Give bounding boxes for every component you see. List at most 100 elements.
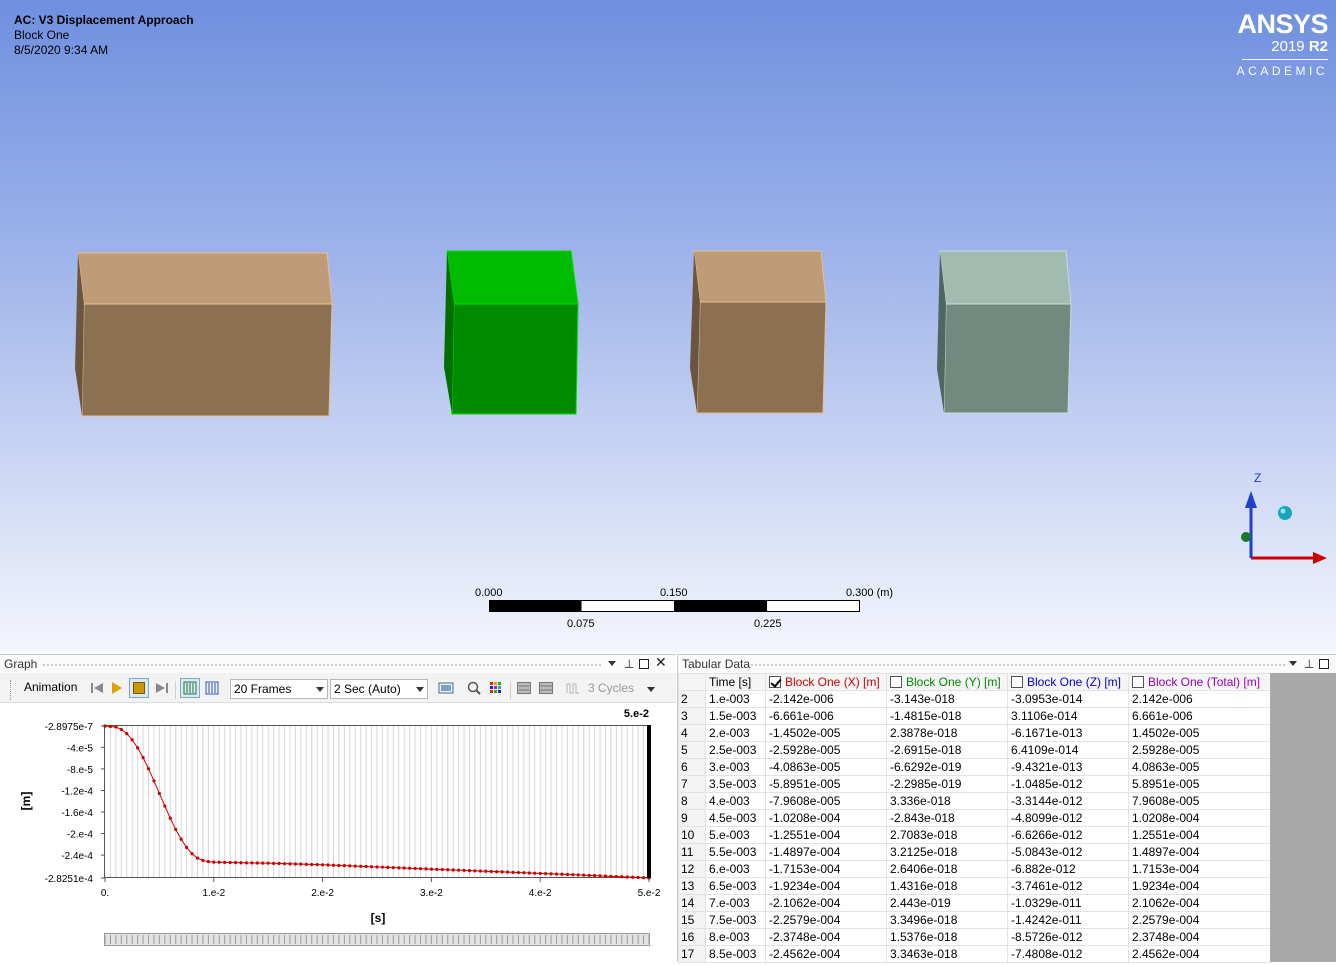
table-header-cell[interactable]: Block One (Z) [m]	[1007, 673, 1129, 691]
distributed-frames-button[interactable]	[180, 678, 200, 698]
block-three[interactable]	[690, 250, 827, 414]
series-checkbox[interactable]	[890, 675, 902, 688]
table-row[interactable]: 13 6.5e-003 -1.9234e-004 1.4316e-018 -3.7461…	[678, 877, 1271, 895]
table-row[interactable]: 11 5.5e-003 -1.4897e-004 3.2125e-018 -5.0843…	[678, 843, 1271, 861]
table-row[interactable]: 14 7.e-003 -2.1062e-004 2.443e-019 -1.0329e-…	[678, 894, 1271, 912]
export-video-button[interactable]	[436, 678, 456, 698]
graphics-viewport[interactable]: AC: V3 Displacement Approach Block One 8…	[0, 0, 1336, 652]
chart-data-point	[228, 860, 232, 865]
coordinate-triad[interactable]: Z	[1241, 471, 1327, 564]
time-cursor[interactable]	[647, 725, 651, 878]
table-header-cell[interactable]: Block One (Total) [m]	[1128, 673, 1271, 691]
table-row-number: 16	[678, 928, 706, 946]
tabular-titlebar-grip[interactable]	[750, 663, 1285, 667]
cycles-toggle-button[interactable]	[564, 678, 584, 698]
table-cell: -6.882e-012	[1007, 860, 1129, 878]
chart-data-point	[168, 816, 172, 820]
tabular-maximize-icon[interactable]	[1319, 659, 1329, 669]
table-row-number: 11	[678, 843, 706, 861]
graph-titlebar-grip[interactable]	[42, 663, 602, 667]
table-row[interactable]: 12 6.e-003 -1.7153e-004 2.6406e-018 -6.882e-…	[678, 860, 1271, 878]
stop-icon	[133, 682, 145, 694]
table-cell: 6.e-003	[705, 860, 766, 878]
series-checkbox[interactable]	[1011, 675, 1023, 688]
chart-data-point	[359, 864, 363, 868]
chart-y-tick-label: -1.2e-4	[61, 786, 93, 797]
chart-y-tick-label: -8.e-5	[67, 765, 94, 776]
legend-button[interactable]	[486, 678, 506, 698]
table-cell: 3.1106e-014	[1007, 707, 1129, 725]
tabular-pin-icon[interactable]: ⊥	[1304, 657, 1314, 671]
table-row[interactable]: 9 4.5e-003 -1.0208e-004 -2.843e-018 -4.8099e…	[678, 809, 1271, 827]
graph-close-icon[interactable]: ✕	[655, 655, 667, 669]
table-cell: 4.5e-003	[705, 809, 766, 827]
chart-data-point	[342, 864, 346, 868]
block-four[interactable]	[937, 250, 1072, 414]
chart-data-point	[174, 827, 178, 832]
graph-menu-arrow-icon[interactable]	[608, 661, 616, 666]
table-row[interactable]: 15 7.5e-003 -2.2579e-004 3.3496e-018 -1.4242…	[678, 911, 1271, 929]
table-cell: 6.4109e-014	[1007, 741, 1129, 759]
series-checkbox[interactable]	[769, 675, 781, 688]
table-row-number: 14	[678, 894, 706, 912]
graph-titlebar: Graph ⊥ ✕	[0, 655, 676, 673]
scale-label-075: 0.075	[567, 618, 595, 630]
table-row[interactable]: 7 3.5e-003 -5.8951e-005 -2.2985e-019 -1.0485…	[678, 775, 1271, 793]
duration-dropdown[interactable]: 2 Sec (Auto)	[330, 679, 428, 699]
step-back-icon	[91, 683, 103, 693]
table-row[interactable]: 8 4.e-003 -7.9608e-005 3.336e-018 -3.3144e-0…	[678, 792, 1271, 810]
table-cell: 2.4562e-004	[1128, 945, 1271, 963]
frames-dropdown[interactable]: 20 Frames	[230, 679, 328, 699]
table-row[interactable]: 17 8.5e-003 -2.4562e-004 3.3463e-018 -7.4808…	[678, 945, 1271, 963]
chart-data-point	[424, 867, 428, 871]
result-frames-button[interactable]	[202, 678, 222, 698]
model-scene[interactable]: Z	[0, 0, 1336, 652]
displacement-chart[interactable]: -2.8975e-7 -4.e-5 -8.e-5 -1.2e-4 -1.6e-4 -2.e…	[0, 703, 676, 962]
table-cell: -2.6915e-018	[886, 741, 1008, 759]
cycles-value: 3 Cycles	[588, 681, 635, 695]
table-cell: 1.2551e-004	[1128, 826, 1271, 844]
play-button[interactable]	[107, 678, 127, 698]
chart-data-point	[152, 779, 156, 783]
block-two[interactable]	[444, 250, 579, 415]
table-view-button[interactable]	[514, 678, 534, 698]
chart-data-point	[250, 861, 254, 865]
table-header-cell[interactable]: Block One (X) [m]	[765, 673, 887, 691]
tabular-menu-arrow-icon[interactable]	[1289, 661, 1297, 666]
table-header-cell[interactable]: Time [s]	[705, 673, 766, 691]
triad-iso-ball[interactable]	[1278, 506, 1292, 520]
tabular-data-table[interactable]: Time [s] Block One (X) [m] Block One (Y) […	[678, 673, 1271, 963]
table-row[interactable]: 10 5.e-003 -1.2551e-004 2.7083e-018 -6.6266e…	[678, 826, 1271, 844]
table-cell: 4.0863e-005	[1128, 758, 1271, 776]
chart-data-point	[576, 873, 580, 877]
table-cell: 1.4502e-005	[1128, 724, 1271, 742]
step-forward-button[interactable]	[152, 678, 172, 698]
table-row[interactable]: 5 2.5e-003 -2.5928e-005 -2.6915e-018 6.4109e…	[678, 741, 1271, 759]
table-cell: 1.0208e-004	[1128, 809, 1271, 827]
table-row[interactable]: 6 3.e-003 -4.0863e-005 -6.6292e-019 -9.4321e…	[678, 758, 1271, 776]
chart-data-point	[217, 860, 221, 864]
chart-data-point	[538, 871, 542, 876]
zoom-button[interactable]	[464, 678, 484, 698]
chart-data-point	[446, 868, 450, 872]
step-back-button[interactable]	[87, 678, 107, 698]
chart-svg: -2.8975e-7 -4.e-5 -8.e-5 -1.2e-4 -1.6e-4 -2.e…	[19, 708, 661, 946]
table-row[interactable]: 4 2.e-003 -1.4502e-005 2.3878e-018 -6.1671e-…	[678, 724, 1271, 742]
graph-maximize-icon[interactable]	[639, 659, 649, 669]
table-row[interactable]: 16 8.e-003 -2.3748e-004 1.5376e-018 -8.5726e…	[678, 928, 1271, 946]
table-row[interactable]: 2 1.e-003 -2.142e-006 -3.143e-018 -3.0953e-0…	[678, 690, 1271, 708]
chart-gridlines	[109, 726, 645, 878]
table-cell: -6.1671e-013	[1007, 724, 1129, 742]
table-cell: -2.843e-018	[886, 809, 1008, 827]
stop-button[interactable]	[129, 678, 149, 698]
block-one[interactable]	[75, 252, 333, 417]
table-view-alt-button[interactable]	[536, 678, 556, 698]
table-cell: 7.e-003	[705, 894, 766, 912]
toolbar-overflow-arrow-icon[interactable]	[647, 687, 655, 692]
table-header-cell[interactable]: Block One (Y) [m]	[886, 673, 1008, 691]
table-icon	[539, 682, 553, 694]
series-checkbox[interactable]	[1132, 675, 1144, 688]
table-row-number: 2	[678, 690, 706, 708]
table-row[interactable]: 3 1.5e-003 -6.661e-006 -1.4815e-018 3.1106e-…	[678, 707, 1271, 725]
graph-pin-icon[interactable]: ⊥	[624, 657, 634, 671]
